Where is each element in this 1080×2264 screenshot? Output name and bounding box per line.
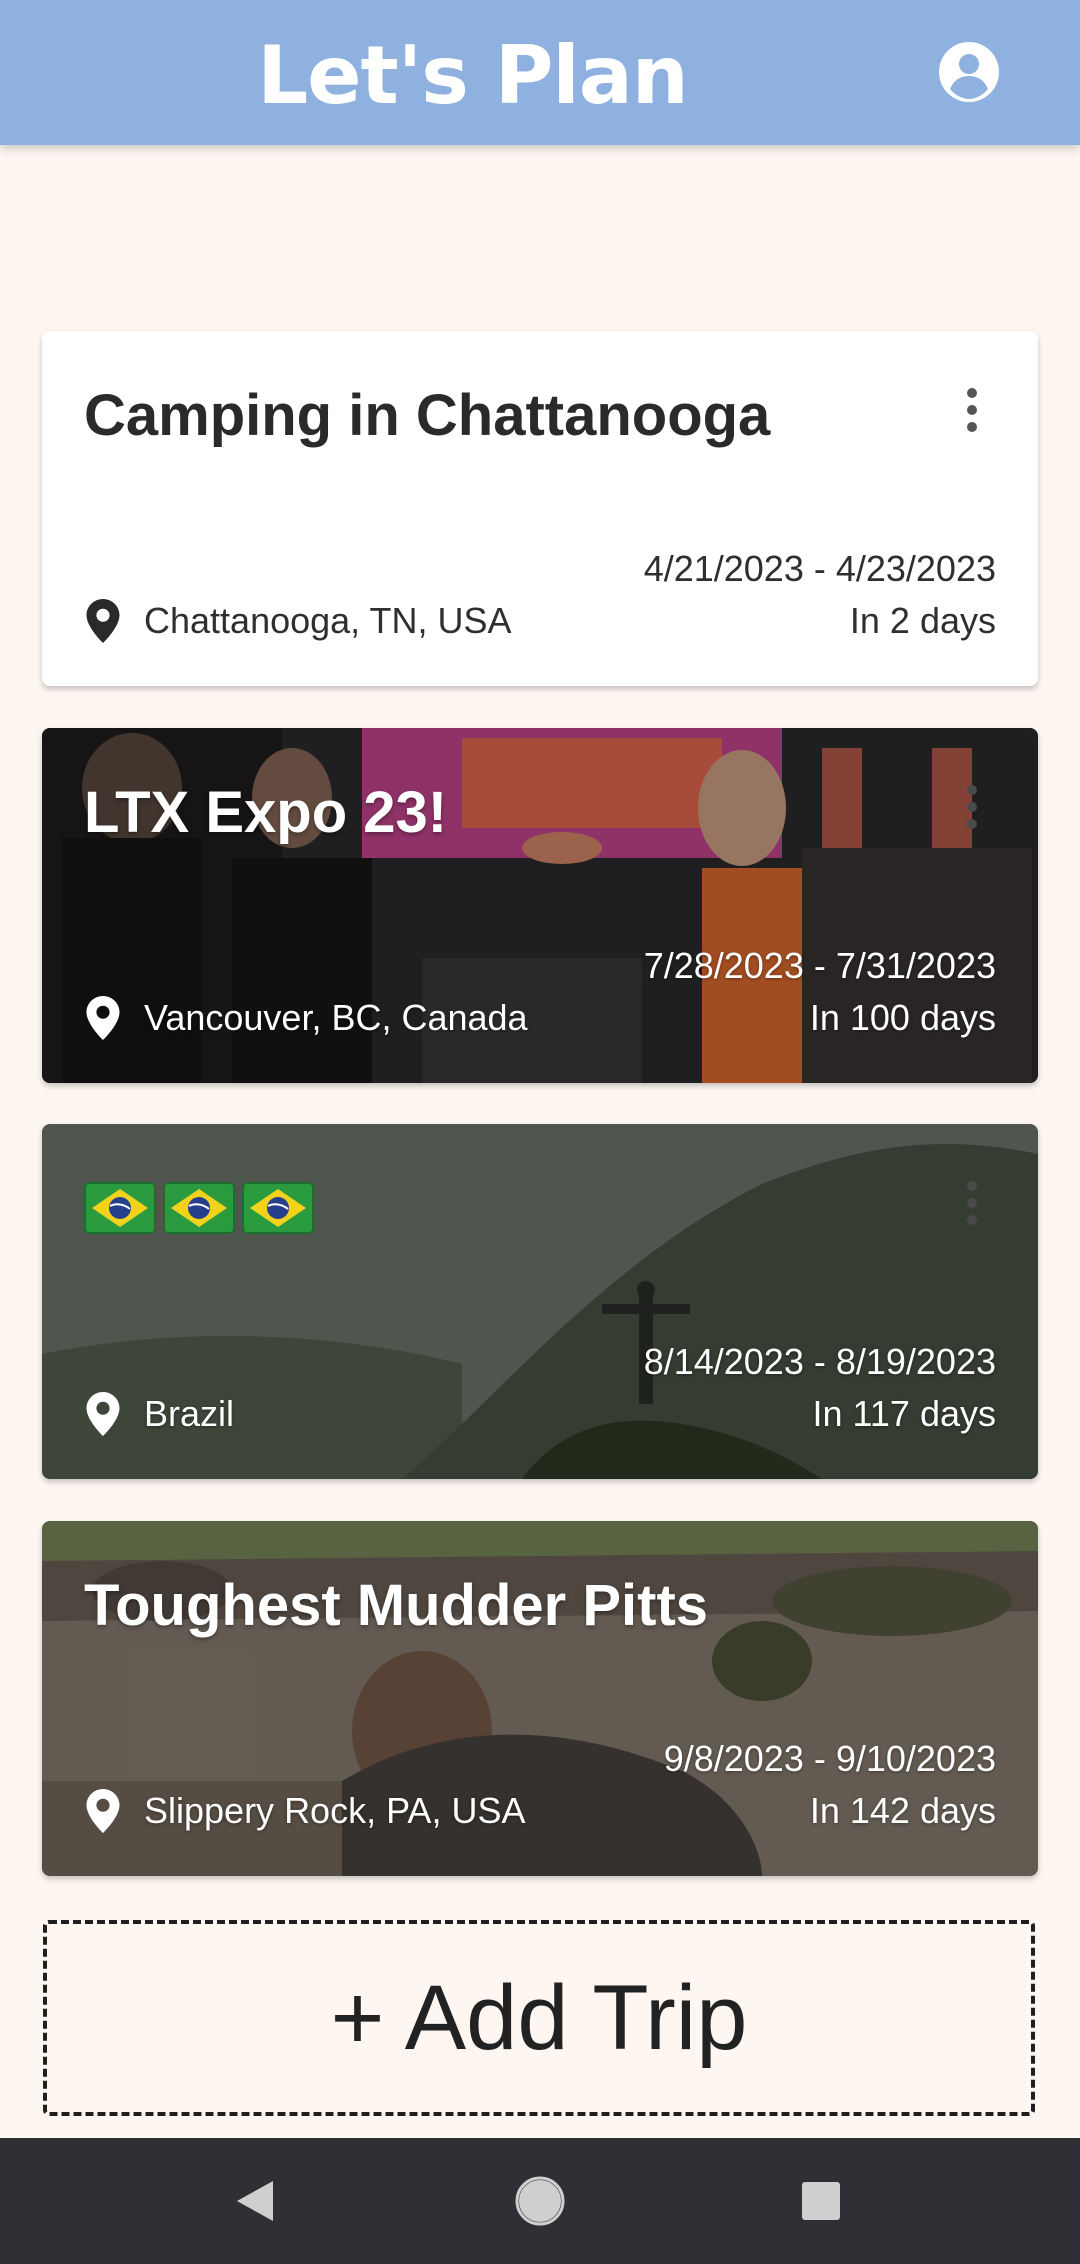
recents-button[interactable] [761,2138,881,2264]
account-circle-icon[interactable] [937,40,1001,104]
trip-location: Vancouver, BC, Canada [86,992,528,1044]
trip-dates: 8/14/2023 - 8/19/2023 In 117 days [644,1336,996,1440]
trip-title: Toughest Mudder Pitts [84,1573,709,1638]
trip-countdown: In 100 days [809,997,996,1038]
more-vert-icon[interactable] [966,387,978,433]
app-bar: Let's Plan [0,0,1080,145]
trip-card[interactable]: Toughest Mudder Pitts 9/8/2023 - 9/10/20… [42,1521,1038,1876]
trip-location: Chattanooga, TN, USA [86,595,512,647]
trip-date-range: 4/21/2023 - 4/23/2023 [643,548,996,589]
trip-location: Slippery Rock, PA, USA [86,1785,525,1837]
trip-dates: 4/21/2023 - 4/23/2023 In 2 days [644,543,996,647]
trip-card[interactable]: 8/14/2023 - 8/19/2023 In 117 days Brazil [42,1124,1038,1479]
trip-date-range: 7/28/2023 - 7/31/2023 [643,945,996,986]
trip-dates: 7/28/2023 - 7/31/2023 In 100 days [644,940,996,1044]
trip-location-text: Brazil [144,1393,235,1434]
recents-square-icon [802,2182,840,2220]
brazil-flag-icon [84,1182,156,1234]
home-button[interactable] [480,2138,600,2264]
trip-countdown: In 142 days [809,1790,996,1831]
more-vert-icon[interactable] [966,1180,978,1226]
trip-location-text: Vancouver, BC, Canada [144,997,528,1038]
trip-title [84,1182,321,1234]
location-pin-icon [86,996,120,1040]
trip-countdown: In 117 days [812,1393,996,1434]
trip-title: LTX Expo 23! [84,780,448,845]
app-title: Let's Plan [257,29,688,122]
trip-card[interactable]: LTX Expo 23! 7/28/2023 - 7/31/2023 In 10… [42,728,1038,1083]
home-circle-icon [515,2176,565,2226]
brazil-flag-icon [163,1182,235,1234]
back-triangle-icon [237,2181,273,2221]
trip-dates: 9/8/2023 - 9/10/2023 In 142 days [664,1733,996,1837]
system-nav-bar [0,2138,1080,2264]
add-trip-button[interactable]: + Add Trip [43,1920,1035,2116]
trip-location-text: Chattanooga, TN, USA [144,600,512,641]
trip-countdown: In 2 days [849,600,996,641]
location-pin-icon [86,1789,120,1833]
location-pin-icon [86,1392,120,1436]
trip-location-text: Slippery Rock, PA, USA [144,1790,526,1831]
brazil-flag-icon [242,1182,314,1234]
trip-date-range: 8/14/2023 - 8/19/2023 [643,1341,996,1382]
back-button[interactable] [195,2138,315,2264]
trip-card[interactable]: Camping in Chattanooga 4/21/2023 - 4/23/… [42,331,1038,686]
more-vert-icon[interactable] [966,784,978,830]
trip-location: Brazil [86,1388,234,1440]
trip-date-range: 9/8/2023 - 9/10/2023 [663,1738,996,1779]
location-pin-icon [86,599,120,643]
trip-title: Camping in Chattanooga [84,383,771,448]
